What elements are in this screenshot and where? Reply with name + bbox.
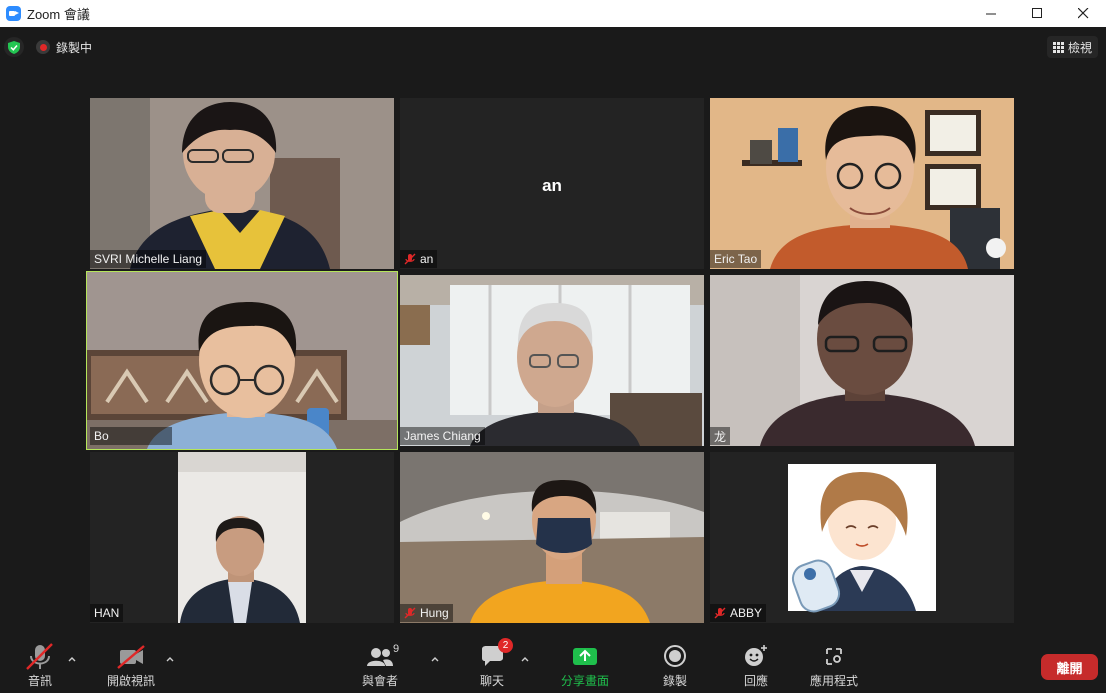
- participant-video: [400, 452, 704, 623]
- video-tile[interactable]: an an: [400, 98, 704, 269]
- participant-name: James Chiang: [404, 429, 481, 443]
- chat-button[interactable]: 2 聊天: [479, 638, 513, 689]
- participant-name-tag: ABBY: [710, 604, 767, 622]
- recording-indicator[interactable]: 錄製中: [36, 37, 92, 57]
- meeting-info-button[interactable]: [4, 37, 24, 57]
- video-tile[interactable]: Hung: [400, 452, 704, 623]
- audio-label: 音訊: [27, 674, 52, 688]
- video-tile[interactable]: Eric Tao: [710, 98, 1014, 269]
- close-icon: [1077, 8, 1088, 19]
- recording-label: 錄製中: [56, 40, 93, 55]
- shield-check-icon: [8, 40, 20, 54]
- audio-options-caret-icon[interactable]: [67, 654, 77, 664]
- view-label: 檢視: [1067, 40, 1092, 55]
- minimize-icon: [985, 13, 996, 15]
- record-icon: [662, 642, 688, 670]
- mic-muted-icon: [24, 642, 56, 670]
- muted-mic-icon: [404, 607, 416, 619]
- participant-video: [710, 275, 1014, 446]
- video-tile[interactable]: ABBY: [710, 452, 1014, 623]
- apps-button[interactable]: 應用程式: [810, 642, 858, 689]
- leave-meeting-button[interactable]: 離開: [1041, 654, 1098, 680]
- video-tile[interactable]: HAN: [90, 452, 394, 623]
- video-tile-active-speaker[interactable]: Bo: [86, 271, 398, 450]
- grid-icon: [1052, 41, 1064, 53]
- participant-name: Eric Tao: [714, 252, 758, 266]
- chat-options-caret-icon[interactable]: [520, 654, 530, 664]
- window-title: Zoom 會議: [27, 7, 90, 22]
- participant-name: an: [420, 252, 434, 266]
- video-off-icon: [114, 642, 148, 670]
- close-button[interactable]: [1060, 0, 1106, 27]
- participant-video: [90, 452, 394, 623]
- audio-button[interactable]: 音訊: [24, 642, 56, 689]
- record-button[interactable]: 錄製: [662, 642, 688, 689]
- participant-name-tag: Hung: [400, 604, 453, 622]
- video-tile[interactable]: SVRI Michelle Liang: [90, 98, 394, 269]
- participant-name: SVRI Michelle Liang: [94, 252, 203, 266]
- chat-icon: 2: [479, 638, 513, 670]
- chat-unread-badge: 2: [498, 638, 513, 653]
- participant-name-tag: 龙: [710, 427, 731, 445]
- participant-name-tag: Bo: [90, 427, 172, 445]
- apps-label: 應用程式: [810, 674, 859, 688]
- participants-button[interactable]: 9 與會者: [362, 642, 399, 689]
- recording-dot-icon: [36, 40, 50, 54]
- participant-video: [87, 272, 397, 449]
- share-screen-label: 分享畫面: [561, 674, 610, 688]
- participant-name-tag: James Chiang: [400, 427, 485, 445]
- reactions-label: 回應: [743, 674, 768, 688]
- participants-count: 9: [393, 643, 400, 655]
- participant-name-tag: SVRI Michelle Liang: [90, 250, 207, 268]
- participants-icon: 9: [365, 642, 399, 670]
- participant-name: Hung: [420, 606, 449, 620]
- share-screen-button[interactable]: 分享畫面: [561, 642, 609, 689]
- maximize-button[interactable]: [1014, 0, 1060, 27]
- maximize-icon: [1031, 8, 1042, 18]
- participant-video: [400, 275, 704, 446]
- meeting-topbar: 錄製中 檢視: [0, 27, 1106, 67]
- participants-label: 與會者: [362, 674, 399, 688]
- participant-name-tag: an: [400, 250, 438, 268]
- video-off-name: an: [542, 176, 562, 195]
- add-reaction-icon: [742, 642, 770, 670]
- minimize-button[interactable]: [968, 0, 1014, 27]
- video-tile[interactable]: 龙: [710, 275, 1014, 446]
- muted-mic-icon: [404, 253, 416, 265]
- participant-name: Bo: [94, 429, 109, 443]
- participants-options-caret-icon[interactable]: [430, 654, 440, 664]
- participant-name-tag: HAN: [90, 604, 124, 622]
- zoom-app-icon: [6, 6, 21, 21]
- video-tile[interactable]: James Chiang: [400, 275, 704, 446]
- participant-name: HAN: [94, 606, 120, 620]
- participant-name-tag: Eric Tao: [710, 250, 762, 268]
- start-video-button[interactable]: 開啟視訊: [107, 642, 155, 689]
- view-button[interactable]: 檢視: [1046, 36, 1098, 58]
- chat-label: 聊天: [479, 674, 504, 688]
- video-label: 開啟視訊: [107, 674, 156, 688]
- participant-name: 龙: [714, 429, 727, 444]
- participant-video: [90, 98, 394, 269]
- participant-avatar-image: [710, 452, 1014, 623]
- record-label: 錄製: [662, 674, 687, 688]
- video-options-caret-icon[interactable]: [165, 654, 175, 664]
- muted-mic-icon: [714, 607, 726, 619]
- participant-video: [710, 98, 1014, 269]
- share-screen-icon: [571, 642, 599, 670]
- reactions-button[interactable]: 回應: [742, 642, 770, 689]
- apps-icon: [821, 642, 847, 670]
- window-titlebar: Zoom 會議: [0, 0, 1106, 27]
- participant-name: ABBY: [730, 606, 763, 620]
- meeting-toolbar: 音訊 開啟視訊 9 與會者 2 聊天 分享畫面 錄製 回應 應用程式 離開: [0, 636, 1106, 693]
